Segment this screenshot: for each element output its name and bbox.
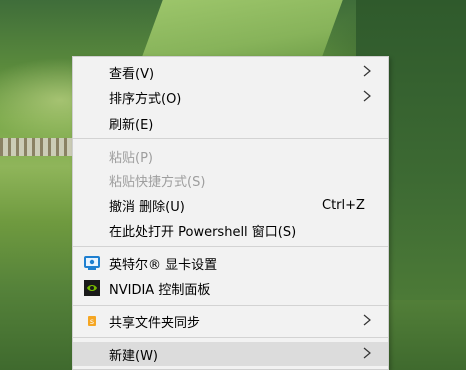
menu-item-shared-folder-sync[interactable]: s 共享文件夹同步	[73, 309, 388, 333]
submenu-arrow-icon	[363, 314, 371, 326]
menu-item-paste-shortcut[interactable]: 粘贴快捷方式(S)	[73, 168, 388, 192]
menu-item-label: 英特尔® 显卡设置	[109, 257, 218, 273]
menu-item-label: 共享文件夹同步	[109, 315, 201, 331]
menu-item-view[interactable]: 查看(V)	[73, 60, 388, 84]
menu-item-label: 粘贴(P)	[109, 150, 153, 166]
menu-separator	[73, 138, 388, 139]
menu-item-label: 新建(W)	[109, 348, 158, 364]
menu-item-label: 排序方式(O)	[109, 91, 182, 107]
menu-item-label: 刷新(E)	[109, 117, 154, 133]
menu-item-intel-graphics[interactable]: 英特尔® 显卡设置	[73, 251, 388, 275]
menu-item-paste[interactable]: 粘贴(P)	[73, 144, 388, 168]
submenu-arrow-icon	[363, 65, 371, 77]
nvidia-icon	[84, 280, 100, 296]
share-sync-icon: s	[88, 316, 96, 326]
menu-separator	[73, 337, 388, 338]
intel-graphics-icon	[84, 256, 100, 270]
menu-item-nvidia-control-panel[interactable]: NVIDIA 控制面板	[73, 276, 388, 300]
menu-item-sort-by[interactable]: 排序方式(O)	[73, 85, 388, 109]
menu-item-label: 在此处打开 Powershell 窗口(S)	[109, 224, 297, 240]
menu-item-label: NVIDIA 控制面板	[109, 282, 211, 298]
menu-item-open-powershell[interactable]: 在此处打开 Powershell 窗口(S)	[73, 218, 388, 242]
menu-item-label: 撤消 删除(U)	[109, 199, 185, 215]
svg-text:s: s	[90, 317, 94, 326]
menu-item-refresh[interactable]: 刷新(E)	[73, 111, 388, 135]
menu-separator	[73, 246, 388, 247]
menu-item-new[interactable]: 新建(W)	[73, 342, 388, 366]
desktop-context-menu: 查看(V) 排序方式(O) 刷新(E) 粘贴(P) 粘贴快捷方式(S) 撤消 删…	[72, 56, 389, 370]
wallpaper-fence	[0, 138, 78, 156]
submenu-arrow-icon	[363, 347, 371, 359]
menu-item-shortcut: Ctrl+Z	[322, 197, 365, 213]
menu-item-label: 粘贴快捷方式(S)	[109, 174, 206, 190]
menu-separator	[73, 305, 388, 306]
menu-item-undo-delete[interactable]: 撤消 删除(U) Ctrl+Z	[73, 193, 388, 217]
menu-item-label: 查看(V)	[109, 66, 155, 82]
submenu-arrow-icon	[363, 90, 371, 102]
